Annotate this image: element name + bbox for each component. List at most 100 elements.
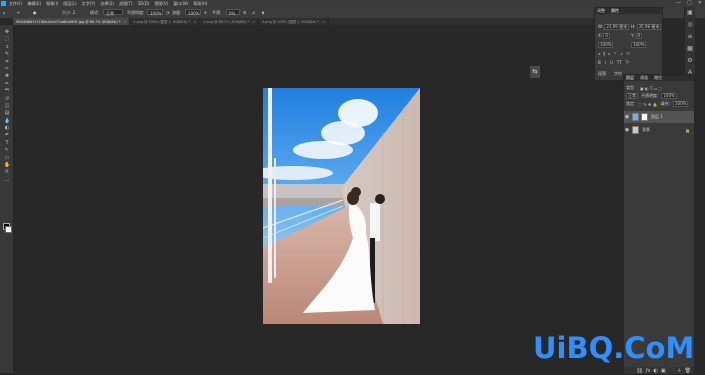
clone-tool-icon[interactable]: ⎃	[4, 89, 10, 94]
close-button[interactable]: ✕	[698, 0, 702, 6]
history-brush-tool-icon[interactable]: ↺	[4, 96, 10, 102]
brush-size-icon[interactable]: ●	[33, 10, 37, 15]
dodge-tool-icon[interactable]: ◐	[4, 126, 10, 131]
zoom-tool-icon[interactable]: ⚲	[4, 170, 10, 175]
background-color-swatch[interactable]	[5, 226, 12, 233]
smoothing-field[interactable]: 0%	[226, 9, 240, 16]
layers-tab[interactable]: 图层	[626, 75, 634, 81]
photoshop-logo-icon[interactable]	[1, 1, 6, 6]
document-tab-0[interactable]: 9fb5848d37c1f84c0e2ef7ad6c0f691.jpg @ 66…	[13, 18, 131, 25]
caps-icon[interactable]: TT	[617, 60, 622, 65]
channels-tab[interactable]: 通道	[640, 75, 648, 81]
visibility-eye-icon[interactable]: ◉	[624, 127, 630, 133]
align-left-icon[interactable]: ⫷	[598, 51, 600, 57]
document-tab-1[interactable]: 1.png @ 100% (图层 1, RGB/8#) * ×	[130, 18, 201, 25]
align-right-icon[interactable]: ⫸	[608, 51, 610, 57]
brush-preset-icon[interactable]: ✏	[17, 10, 20, 15]
quick-select-tool-icon[interactable]: ✎	[4, 52, 10, 57]
align-top-icon[interactable]: ⊤	[613, 51, 616, 57]
panel-footer: 段落 字符	[598, 71, 622, 77]
mode-select[interactable]: 正常	[103, 9, 123, 16]
layer-thumbnail	[632, 126, 639, 134]
hand-tool-icon[interactable]: ✋	[4, 163, 10, 168]
text-style-icons: B I U TT T¹	[598, 60, 658, 65]
symmetry-icon[interactable]: ⧫	[262, 10, 264, 15]
arrange-icon[interactable]: ⇆	[530, 66, 540, 78]
panel-strip-icon-2[interactable]: ≡	[687, 34, 693, 40]
path-select-tool-icon[interactable]: ↖	[4, 148, 10, 153]
lasso-tool-icon[interactable]: ↄ	[4, 44, 10, 50]
healing-tool-icon[interactable]: ✚	[4, 74, 10, 79]
character-tab[interactable]: 字符	[614, 71, 622, 77]
panel-strip-icon-3[interactable]: ▦	[687, 46, 693, 52]
blend-mode-select[interactable]: 正常	[626, 93, 638, 99]
eraser-tool-icon[interactable]: ◫	[4, 103, 10, 109]
align-center-icon[interactable]: ⫼	[603, 51, 605, 57]
adjustments-tab[interactable]: 调整	[597, 8, 605, 14]
properties-tab[interactable]: 属性	[611, 8, 619, 14]
kind-filter-select[interactable]: 类型	[626, 85, 634, 91]
group-icon[interactable]: 🗀	[669, 367, 674, 375]
filter-icons[interactable]: ▣ ◐ T ▭ ⬚	[640, 86, 662, 91]
close-tab-icon[interactable]: ×	[252, 20, 255, 24]
home-icon[interactable]: ⌂	[3, 10, 6, 15]
shape-tool-icon[interactable]: ▭	[4, 155, 10, 161]
superscript-icon[interactable]: T¹	[626, 60, 630, 65]
panel-strip-icon-0[interactable]: ▣	[687, 10, 693, 16]
layer-opacity-field[interactable]: 100%	[661, 93, 677, 99]
align-middle-icon[interactable]: ⊥	[620, 51, 623, 57]
bold-icon[interactable]: B	[598, 60, 601, 65]
x-field[interactable]: X: 0	[598, 33, 610, 39]
smoothing-label: 平滑:	[212, 10, 222, 15]
minimize-button[interactable]: —	[676, 0, 681, 6]
close-tab-icon[interactable]: ×	[193, 20, 196, 24]
pressure-opacity-icon[interactable]: ◔	[166, 10, 170, 15]
eyedropper-tool-icon[interactable]: ✑	[4, 66, 10, 72]
document-tab-2[interactable]: 2.png @ 66.7% (RGB/8#) * ×	[200, 18, 260, 25]
document-canvas[interactable]	[263, 88, 420, 324]
scale-y-field[interactable]: 100%	[631, 42, 647, 48]
smoothing-options-icon[interactable]: ⚙	[243, 10, 247, 15]
mode-label: 模式:	[90, 10, 100, 15]
toolbar: ✥ ⬚ ↄ ✎ ⌗ ✑ ✚ ✏ ⎃ ↺ ◫ ▤ 💧 ◐ ✒ T ↖ ▭ ✋ ⚲ …	[0, 25, 14, 373]
more-tool-icon[interactable]: …	[4, 177, 10, 183]
visibility-eye-icon[interactable]: ◉	[624, 114, 630, 120]
blur-tool-icon[interactable]: 💧	[4, 118, 10, 124]
airbrush-icon[interactable]: ✈	[204, 10, 207, 15]
fill-label: 填充:	[660, 101, 670, 106]
panel-strip-icon-4[interactable]: ⚙	[687, 58, 693, 64]
type-tool-icon[interactable]: T	[4, 140, 10, 146]
scale-x-field[interactable]: 100%	[598, 42, 614, 48]
opacity-field[interactable]: 100%	[147, 9, 163, 16]
fill-field[interactable]: 100%	[673, 101, 689, 107]
gradient-tool-icon[interactable]: ▤	[4, 111, 10, 116]
move-tool-icon[interactable]: ✥	[4, 30, 10, 35]
close-tab-icon[interactable]: ×	[124, 20, 127, 24]
maximize-button[interactable]: □	[687, 0, 692, 6]
width-field[interactable]: W: 23.99 厘米	[598, 24, 630, 30]
crop-tool-icon[interactable]: ⌗	[4, 59, 10, 65]
brush-tool-icon[interactable]: ✏	[4, 81, 10, 87]
layer-row-1[interactable]: ◉ 图层 1	[624, 111, 694, 123]
align-icons: ⫷ ⫼ ⫸ ⊤ ⊥ ⊓	[598, 51, 658, 57]
italic-icon[interactable]: I	[605, 60, 606, 65]
lock-row: 锁定: ⬚ ✎ ✥ 🔒 填充: 100%	[626, 101, 689, 107]
flow-field[interactable]: 100%	[185, 9, 201, 16]
height-field[interactable]: H: 35.98 厘米	[631, 24, 662, 30]
document-tab-3[interactable]: 3.png @ 100% (图层 1, RGB/8#) * ×	[259, 18, 329, 25]
layer-row-background[interactable]: ◉ 背景 🔒	[624, 124, 694, 136]
paragraph-tab[interactable]: 段落	[598, 71, 606, 77]
paths-tab[interactable]: 路径	[654, 75, 662, 81]
align-bottom-icon[interactable]: ⊓	[626, 51, 629, 57]
tab-label: 3.png @ 100% (图层 1, RGB/8#) *	[262, 20, 320, 24]
layer-mask-thumbnail	[641, 113, 648, 121]
underline-icon[interactable]: U	[610, 60, 613, 65]
y-field[interactable]: Y: 0	[631, 33, 643, 39]
marquee-tool-icon[interactable]: ⬚	[4, 37, 10, 42]
pen-tool-icon[interactable]: ✒	[4, 133, 10, 138]
brush-size-label[interactable]: 大小: 2	[62, 10, 75, 16]
close-tab-icon[interactable]: ×	[322, 20, 325, 24]
lock-icons[interactable]: ⬚ ✎ ✥ 🔒	[638, 102, 657, 107]
angle-icon[interactable]: ∠	[252, 10, 256, 15]
panel-strip-icon-1[interactable]: ◎	[687, 22, 693, 28]
